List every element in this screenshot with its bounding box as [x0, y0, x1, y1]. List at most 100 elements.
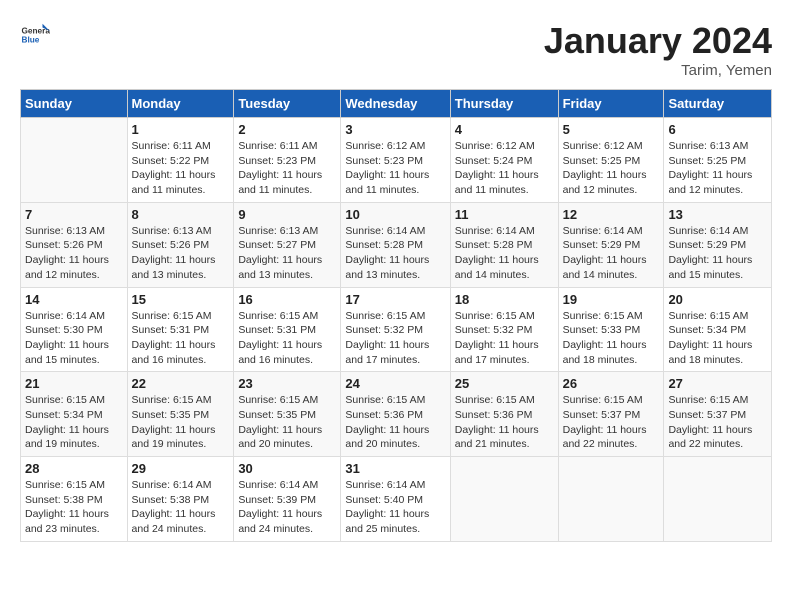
- day-number: 15: [132, 292, 230, 307]
- day-detail: Sunrise: 6:11 AMSunset: 5:22 PMDaylight:…: [132, 139, 230, 198]
- calendar-cell: 12Sunrise: 6:14 AMSunset: 5:29 PMDayligh…: [558, 202, 664, 287]
- day-number: 5: [563, 122, 660, 137]
- day-number: 31: [345, 461, 445, 476]
- day-detail: Sunrise: 6:14 AMSunset: 5:30 PMDaylight:…: [25, 309, 123, 368]
- day-header-saturday: Saturday: [664, 90, 772, 118]
- day-number: 20: [668, 292, 767, 307]
- calendar-cell: 30 Sunrise: 6:14 AMSunset: 5:39 PMDayligh…: [234, 457, 341, 542]
- calendar-cell: 31Sunrise: 6:14 AMSunset: 5:40 PMDayligh…: [341, 457, 450, 542]
- day-detail: Sunrise: 6:15 AMSunset: 5:38 PMDaylight:…: [25, 478, 123, 537]
- calendar-cell: [664, 457, 772, 542]
- calendar-cell: 4Sunrise: 6:12 AMSunset: 5:24 PMDaylight…: [450, 118, 558, 203]
- day-number: 9: [238, 207, 336, 222]
- calendar-table: SundayMondayTuesdayWednesdayThursdayFrid…: [20, 89, 772, 542]
- calendar-cell: 2 Sunrise: 6:11 AMSunset: 5:23 PMDaylight…: [234, 118, 341, 203]
- day-detail: Sunrise: 6:15 AMSunset: 5:37 PMDaylight:…: [668, 393, 767, 452]
- page-header: General Blue January 2024 Tarim, Yemen: [20, 20, 772, 79]
- day-header-friday: Friday: [558, 90, 664, 118]
- day-number: 23: [238, 376, 336, 391]
- day-detail: Sunrise: 6:13 AMSunset: 5:27 PMDaylight:…: [238, 224, 336, 283]
- day-detail: Sunrise: 6:12 AMSunset: 5:25 PMDaylight:…: [563, 139, 660, 198]
- day-number: 7: [25, 207, 123, 222]
- calendar-cell: 13 Sunrise: 6:14 AMSunset: 5:29 PMDayligh…: [664, 202, 772, 287]
- day-number: 12: [563, 207, 660, 222]
- day-number: 10: [345, 207, 445, 222]
- calendar-cell: 3Sunrise: 6:12 AMSunset: 5:23 PMDaylight…: [341, 118, 450, 203]
- calendar-week-5: 28 Sunrise: 6:15 AMSunset: 5:38 PMDayligh…: [21, 457, 772, 542]
- day-number: 28: [25, 461, 123, 476]
- day-detail: Sunrise: 6:15 AMSunset: 5:35 PMDaylight:…: [132, 393, 230, 452]
- calendar-cell: 11 Sunrise: 6:14 AMSunset: 5:28 PMDayligh…: [450, 202, 558, 287]
- day-header-thursday: Thursday: [450, 90, 558, 118]
- calendar-week-2: 7 Sunrise: 6:13 AMSunset: 5:26 PMDaylight…: [21, 202, 772, 287]
- day-detail: Sunrise: 6:15 AMSunset: 5:34 PMDaylight:…: [25, 393, 123, 452]
- calendar-week-4: 21 Sunrise: 6:15 AMSunset: 5:34 PMDayligh…: [21, 372, 772, 457]
- day-number: 18: [455, 292, 554, 307]
- day-number: 30: [238, 461, 336, 476]
- day-number: 27: [668, 376, 767, 391]
- day-detail: Sunrise: 6:15 AMSunset: 5:32 PMDaylight:…: [455, 309, 554, 368]
- day-number: 24: [345, 376, 445, 391]
- calendar-week-1: 1 Sunrise: 6:11 AMSunset: 5:22 PMDaylight…: [21, 118, 772, 203]
- day-number: 29: [132, 461, 230, 476]
- calendar-cell: 21 Sunrise: 6:15 AMSunset: 5:34 PMDayligh…: [21, 372, 128, 457]
- calendar-cell: 18 Sunrise: 6:15 AMSunset: 5:32 PMDayligh…: [450, 287, 558, 372]
- day-number: 1: [132, 122, 230, 137]
- calendar-week-3: 14 Sunrise: 6:14 AMSunset: 5:30 PMDayligh…: [21, 287, 772, 372]
- day-number: 22: [132, 376, 230, 391]
- day-header-monday: Monday: [127, 90, 234, 118]
- calendar-cell: 5 Sunrise: 6:12 AMSunset: 5:25 PMDaylight…: [558, 118, 664, 203]
- day-detail: Sunrise: 6:15 AMSunset: 5:32 PMDaylight:…: [345, 309, 445, 368]
- day-detail: Sunrise: 6:14 AMSunset: 5:28 PMDaylight:…: [345, 224, 445, 283]
- day-number: 19: [563, 292, 660, 307]
- calendar-cell: [450, 457, 558, 542]
- day-number: 3: [345, 122, 445, 137]
- calendar-cell: [558, 457, 664, 542]
- svg-text:Blue: Blue: [22, 36, 40, 45]
- day-number: 2: [238, 122, 336, 137]
- day-detail: Sunrise: 6:15 AMSunset: 5:36 PMDaylight:…: [455, 393, 554, 452]
- calendar-cell: 17 Sunrise: 6:15 AMSunset: 5:32 PMDayligh…: [341, 287, 450, 372]
- day-number: 13: [668, 207, 767, 222]
- calendar-cell: 15 Sunrise: 6:15 AMSunset: 5:31 PMDayligh…: [127, 287, 234, 372]
- calendar-cell: 16Sunrise: 6:15 AMSunset: 5:31 PMDayligh…: [234, 287, 341, 372]
- calendar-cell: 27 Sunrise: 6:15 AMSunset: 5:37 PMDayligh…: [664, 372, 772, 457]
- day-detail: Sunrise: 6:15 AMSunset: 5:36 PMDaylight:…: [345, 393, 445, 452]
- day-detail: Sunrise: 6:11 AMSunset: 5:23 PMDaylight:…: [238, 139, 336, 198]
- day-number: 16: [238, 292, 336, 307]
- calendar-cell: 25Sunrise: 6:15 AMSunset: 5:36 PMDayligh…: [450, 372, 558, 457]
- day-number: 11: [455, 207, 554, 222]
- calendar-cell: 8Sunrise: 6:13 AMSunset: 5:26 PMDaylight…: [127, 202, 234, 287]
- calendar-cell: 23Sunrise: 6:15 AMSunset: 5:35 PMDayligh…: [234, 372, 341, 457]
- day-detail: Sunrise: 6:15 AMSunset: 5:34 PMDaylight:…: [668, 309, 767, 368]
- day-detail: Sunrise: 6:13 AMSunset: 5:26 PMDaylight:…: [132, 224, 230, 283]
- calendar-cell: 7 Sunrise: 6:13 AMSunset: 5:26 PMDaylight…: [21, 202, 128, 287]
- calendar-cell: 24 Sunrise: 6:15 AMSunset: 5:36 PMDayligh…: [341, 372, 450, 457]
- calendar-cell: 10 Sunrise: 6:14 AMSunset: 5:28 PMDayligh…: [341, 202, 450, 287]
- day-number: 14: [25, 292, 123, 307]
- day-header-sunday: Sunday: [21, 90, 128, 118]
- calendar-cell: 14 Sunrise: 6:14 AMSunset: 5:30 PMDayligh…: [21, 287, 128, 372]
- day-number: 6: [668, 122, 767, 137]
- day-detail: Sunrise: 6:12 AMSunset: 5:24 PMDaylight:…: [455, 139, 554, 198]
- location: Tarim, Yemen: [544, 62, 772, 79]
- calendar-cell: 22 Sunrise: 6:15 AMSunset: 5:35 PMDayligh…: [127, 372, 234, 457]
- day-header-wednesday: Wednesday: [341, 90, 450, 118]
- day-detail: Sunrise: 6:14 AMSunset: 5:39 PMDaylight:…: [238, 478, 336, 537]
- day-detail: Sunrise: 6:15 AMSunset: 5:31 PMDaylight:…: [132, 309, 230, 368]
- day-detail: Sunrise: 6:15 AMSunset: 5:37 PMDaylight:…: [563, 393, 660, 452]
- day-detail: Sunrise: 6:15 AMSunset: 5:33 PMDaylight:…: [563, 309, 660, 368]
- day-number: 21: [25, 376, 123, 391]
- day-detail: Sunrise: 6:14 AMSunset: 5:29 PMDaylight:…: [668, 224, 767, 283]
- calendar-cell: 26Sunrise: 6:15 AMSunset: 5:37 PMDayligh…: [558, 372, 664, 457]
- day-header-tuesday: Tuesday: [234, 90, 341, 118]
- day-detail: Sunrise: 6:14 AMSunset: 5:28 PMDaylight:…: [455, 224, 554, 283]
- day-detail: Sunrise: 6:13 AMSunset: 5:25 PMDaylight:…: [668, 139, 767, 198]
- calendar-cell: 6 Sunrise: 6:13 AMSunset: 5:25 PMDaylight…: [664, 118, 772, 203]
- logo: General Blue: [20, 20, 50, 50]
- calendar-cell: 28 Sunrise: 6:15 AMSunset: 5:38 PMDayligh…: [21, 457, 128, 542]
- calendar-cell: 29Sunrise: 6:14 AMSunset: 5:38 PMDayligh…: [127, 457, 234, 542]
- calendar-cell: [21, 118, 128, 203]
- day-number: 17: [345, 292, 445, 307]
- day-detail: Sunrise: 6:13 AMSunset: 5:26 PMDaylight:…: [25, 224, 123, 283]
